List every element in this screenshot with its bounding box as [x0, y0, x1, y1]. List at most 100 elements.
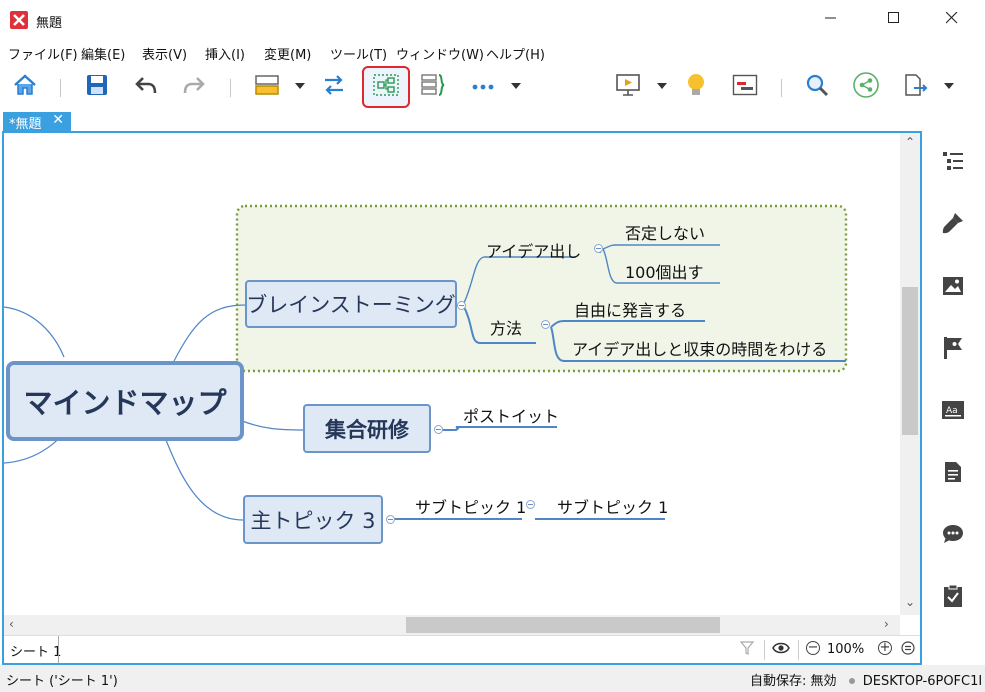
status-bar: シート ('シート 1') 自動保存: 無効 DESKTOP-6POFC1I: [0, 665, 985, 692]
central-topic-label: マインドマップ: [23, 386, 227, 420]
task-icon[interactable]: [940, 583, 966, 609]
format-icon[interactable]: [940, 210, 966, 236]
structure-dropdown[interactable]: [295, 83, 305, 89]
sheet-tab[interactable]: シート 1: [10, 641, 61, 660]
topic-label: ブレインストーミング: [246, 293, 456, 317]
fit-icon[interactable]: [901, 641, 915, 659]
subtopic-idea[interactable]: アイデア出し: [486, 238, 581, 262]
zoom-in-button[interactable]: +: [878, 641, 892, 655]
home-icon: [12, 73, 38, 101]
topic-brainstorming[interactable]: ブレインストーミング: [245, 280, 457, 328]
undo-button[interactable]: [130, 71, 162, 103]
menu-window[interactable]: ウィンドウ(W): [396, 44, 484, 63]
collapse-toggle[interactable]: [386, 515, 395, 524]
vertical-scrollbar[interactable]: ⌃ ⌄: [900, 133, 920, 615]
collapse-toggle[interactable]: [541, 320, 550, 329]
canvas-frame: マインドマップ ブレインストーミング 集合研修 主トピック 3 アイデア出し 方…: [2, 131, 922, 665]
menu-bar: ファイル(F) 編集(E) 表示(V) 挿入(I) 変更(M) ツール(T) ウ…: [0, 40, 985, 64]
topic-group-training[interactable]: 集合研修: [303, 404, 431, 453]
undo-icon: [135, 75, 157, 99]
minimize-button[interactable]: [808, 6, 854, 34]
scroll-down-icon[interactable]: ⌄: [905, 595, 915, 609]
presentation-button[interactable]: [612, 71, 644, 103]
subtopic-method[interactable]: 方法: [490, 315, 522, 339]
menu-insert[interactable]: 挿入(I): [205, 44, 245, 63]
machine-name: DESKTOP-6POFC1I: [862, 674, 983, 689]
horizontal-scrollbar[interactable]: ‹ ›: [4, 615, 900, 635]
toolbar: [0, 64, 985, 110]
document-tab-strip: *無題 ✕: [0, 110, 985, 132]
title-bar: 無題: [0, 0, 985, 40]
document-tab[interactable]: *無題 ✕: [3, 112, 71, 132]
status-sheet: シート ('シート 1'): [6, 674, 118, 689]
close-icon: [945, 11, 958, 28]
topic-main-3[interactable]: 主トピック 3: [243, 495, 383, 544]
menu-help[interactable]: ヘルプ(H): [486, 44, 545, 63]
summary-button[interactable]: [418, 71, 450, 103]
more-icon: [471, 80, 495, 95]
home-button[interactable]: [9, 71, 41, 103]
close-tab-icon[interactable]: ✕: [52, 112, 64, 128]
outline-icon[interactable]: [940, 148, 966, 174]
window-title: 無題: [36, 16, 63, 31]
brainstorm-icon: [686, 72, 706, 102]
image-icon[interactable]: [940, 273, 966, 299]
scroll-up-icon[interactable]: ⌃: [905, 135, 915, 149]
menu-modify[interactable]: 変更(M): [264, 44, 311, 63]
zoom-level: 100%: [827, 642, 865, 657]
collapse-toggle[interactable]: [457, 301, 466, 310]
relationship-button[interactable]: [318, 71, 350, 103]
central-topic[interactable]: マインドマップ: [6, 361, 244, 441]
share-icon: [853, 72, 879, 102]
more-button[interactable]: [467, 71, 499, 103]
subtopic-free-speak[interactable]: 自由に発言する: [574, 297, 686, 321]
subtopic-sub1b[interactable]: サブトピック 1: [557, 494, 668, 518]
mindmap-canvas[interactable]: マインドマップ ブレインストーミング 集合研修 主トピック 3 アイデア出し 方…: [4, 133, 902, 615]
gantt-icon: [732, 74, 758, 100]
gantt-button[interactable]: [729, 71, 761, 103]
collapse-toggle[interactable]: [526, 500, 535, 509]
more-dropdown[interactable]: [511, 83, 521, 89]
structure-button[interactable]: [251, 71, 283, 103]
scroll-left-icon[interactable]: ‹: [9, 617, 14, 631]
horizontal-scroll-thumb[interactable]: [406, 617, 720, 633]
menu-tools[interactable]: ツール(T): [330, 44, 387, 63]
subtopic-no-deny[interactable]: 否定しない: [625, 220, 705, 244]
relationship-icon: [321, 74, 347, 100]
right-side-panel: Aa: [922, 131, 985, 665]
maximize-button[interactable]: [871, 6, 917, 34]
view-icon[interactable]: [772, 641, 790, 659]
collapse-toggle[interactable]: [594, 244, 603, 253]
brainstorm-button[interactable]: [680, 71, 712, 103]
zoom-out-button[interactable]: −: [806, 641, 820, 655]
maximize-icon: [888, 12, 900, 28]
subtopic-hundred[interactable]: 100個出す: [625, 259, 704, 283]
presentation-dropdown[interactable]: [657, 83, 667, 89]
subtopic-split-time[interactable]: アイデア出しと収束の時間をわける: [572, 336, 827, 360]
text-style-icon[interactable]: Aa: [940, 397, 966, 423]
export-button[interactable]: [900, 71, 932, 103]
collapse-toggle[interactable]: [434, 425, 443, 434]
subtopic-postit[interactable]: ポストイット: [463, 403, 559, 427]
boundary-button[interactable]: [362, 66, 410, 108]
menu-file[interactable]: ファイル(F): [8, 44, 78, 63]
notes-icon[interactable]: [940, 459, 966, 485]
comment-icon[interactable]: [940, 521, 966, 547]
export-dropdown[interactable]: [944, 83, 954, 89]
filter-icon[interactable]: [739, 641, 755, 659]
redo-icon: [183, 75, 205, 99]
vertical-scroll-thumb[interactable]: [902, 287, 918, 435]
close-button[interactable]: [929, 6, 975, 34]
document-tab-label: *無題: [9, 116, 42, 132]
search-button[interactable]: [801, 71, 833, 103]
save-button[interactable]: [81, 71, 113, 103]
status-right: 自動保存: 無効 DESKTOP-6POFC1I: [750, 670, 982, 689]
share-button[interactable]: [850, 71, 882, 103]
redo-button[interactable]: [178, 71, 210, 103]
menu-edit[interactable]: 編集(E): [81, 44, 125, 63]
subtopic-sub1[interactable]: サブトピック 1: [415, 494, 526, 518]
menu-view[interactable]: 表示(V): [142, 44, 187, 63]
status-dot: [848, 678, 855, 684]
scroll-right-icon[interactable]: ›: [884, 617, 889, 631]
marker-icon[interactable]: [940, 335, 966, 361]
